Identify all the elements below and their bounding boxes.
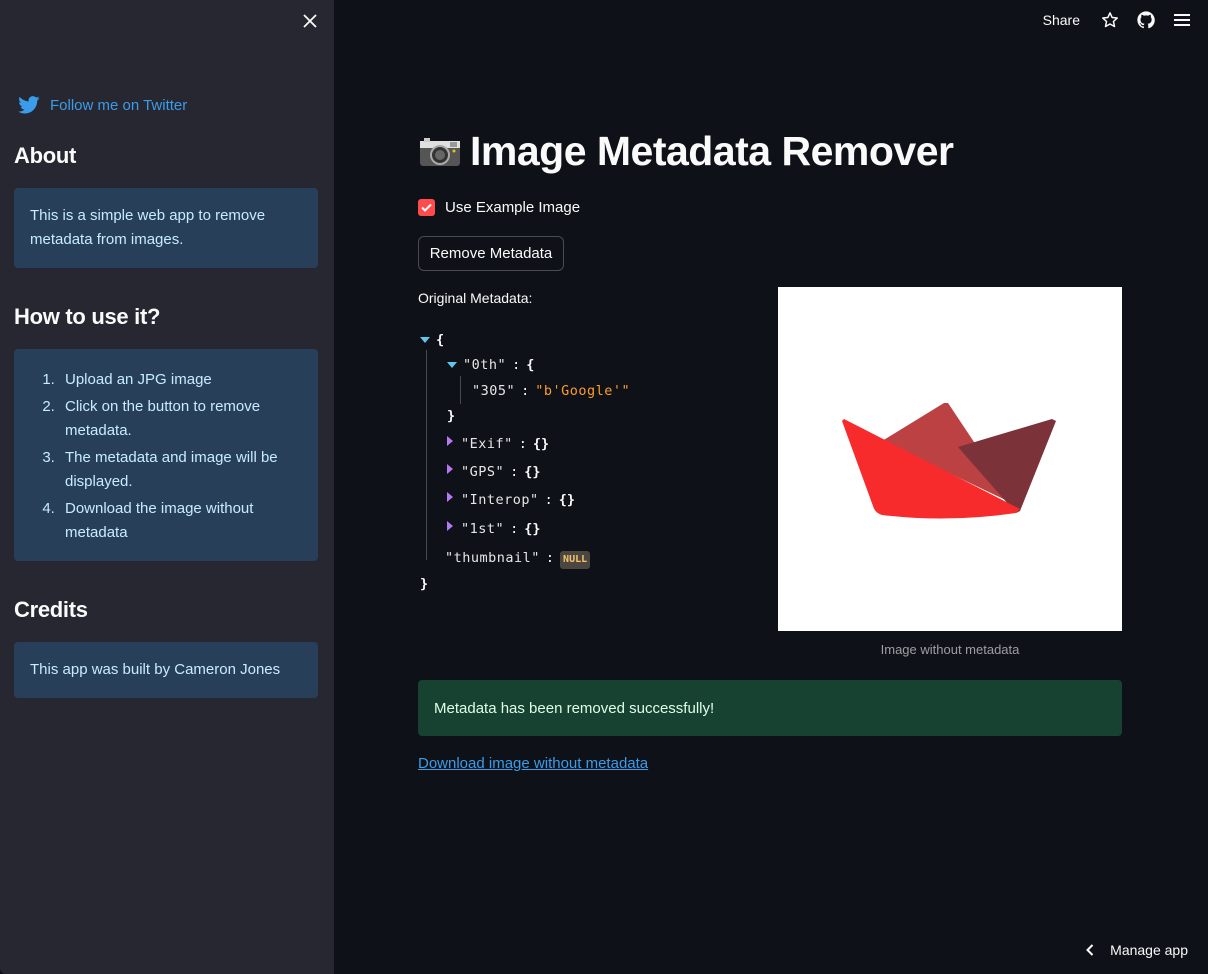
credits-info-box: This app was built by Cameron Jones [14,642,318,698]
collapse-toggle-icon[interactable] [447,362,457,368]
json-entry-thumbnail: "thumbnail": NULL [445,547,591,569]
expand-toggle-icon[interactable] [447,492,453,502]
json-entry-0th: "0th":{ [447,354,534,376]
json-entry-interop: "Interop":{} [447,489,575,511]
step-item: Click on the button to remove metadata. [59,395,302,443]
close-sidebar-button[interactable] [298,9,322,33]
download-image-link[interactable]: Download image without metadata [418,755,648,772]
json-root-open: { [420,329,444,351]
chevron-left-icon [1086,944,1094,956]
expand-toggle-icon[interactable] [447,436,453,446]
checkmark-icon [421,203,432,212]
top-toolbar: Share [1043,0,1208,40]
about-heading: About [14,143,77,168]
how-to-heading: How to use it? [14,304,161,329]
step-item: Download the image without metadata [59,497,302,545]
credits-text: This app was built by Cameron Jones [30,661,281,678]
collapse-toggle-icon[interactable] [420,337,430,343]
about-info-box: This is a simple web app to remove metad… [14,188,318,268]
credits-heading: Credits [14,597,88,622]
result-image [778,287,1122,631]
page-title-text: Image Metadata Remover [470,128,954,174]
twitter-icon [18,96,40,114]
manage-app-button[interactable]: Manage app [1086,942,1188,958]
checkbox-checked[interactable] [418,199,435,216]
sidebar: Follow me on Twitter About This is a sim… [0,0,334,974]
how-to-info-box: Upload an JPG image Click on the button … [14,349,318,561]
close-icon [303,14,317,28]
tree-guide-line [460,376,461,404]
tree-guide-line [426,350,427,560]
json-0th-close: } [447,408,456,424]
step-item: Upload an JPG image [59,368,302,392]
json-entry-305: "305": "b'Google'" [472,383,631,399]
share-button[interactable]: Share [1043,12,1080,28]
json-root-close: } [420,576,429,592]
remove-metadata-button[interactable]: Remove Metadata [418,236,564,271]
github-button[interactable] [1136,10,1156,30]
original-metadata-label: Original Metadata: [418,290,533,306]
json-entry-exif: "Exif":{} [447,433,549,455]
twitter-link[interactable]: Follow me on Twitter [18,96,187,114]
twitter-link-label: Follow me on Twitter [50,96,188,114]
image-caption: Image without metadata [880,642,1020,657]
checkbox-label: Use Example Image [445,199,581,216]
json-entry-gps: "GPS":{} [447,461,541,483]
expand-toggle-icon[interactable] [447,464,453,474]
step-item: The metadata and image will be displayed… [59,446,302,494]
camera-icon [420,137,460,166]
about-text: This is a simple web app to remove metad… [30,207,266,248]
hamburger-menu-icon [1174,14,1190,26]
success-alert: Metadata has been removed successfully! [418,680,1122,736]
steps-list: Upload an JPG image Click on the button … [30,368,302,545]
json-entry-1st: "1st":{} [447,518,541,540]
github-icon [1137,11,1155,29]
use-example-image-checkbox[interactable]: Use Example Image [418,199,580,216]
success-message: Metadata has been removed successfully! [434,699,715,717]
manage-app-label: Manage app [1110,942,1188,958]
page-title: Image Metadata Remover [418,128,954,175]
expand-toggle-icon[interactable] [447,521,453,531]
main-menu-button[interactable] [1172,10,1192,30]
star-button[interactable] [1100,10,1120,30]
null-badge: NULL [560,551,591,569]
star-icon [1102,12,1118,28]
streamlit-boat-logo-icon [842,403,1056,519]
